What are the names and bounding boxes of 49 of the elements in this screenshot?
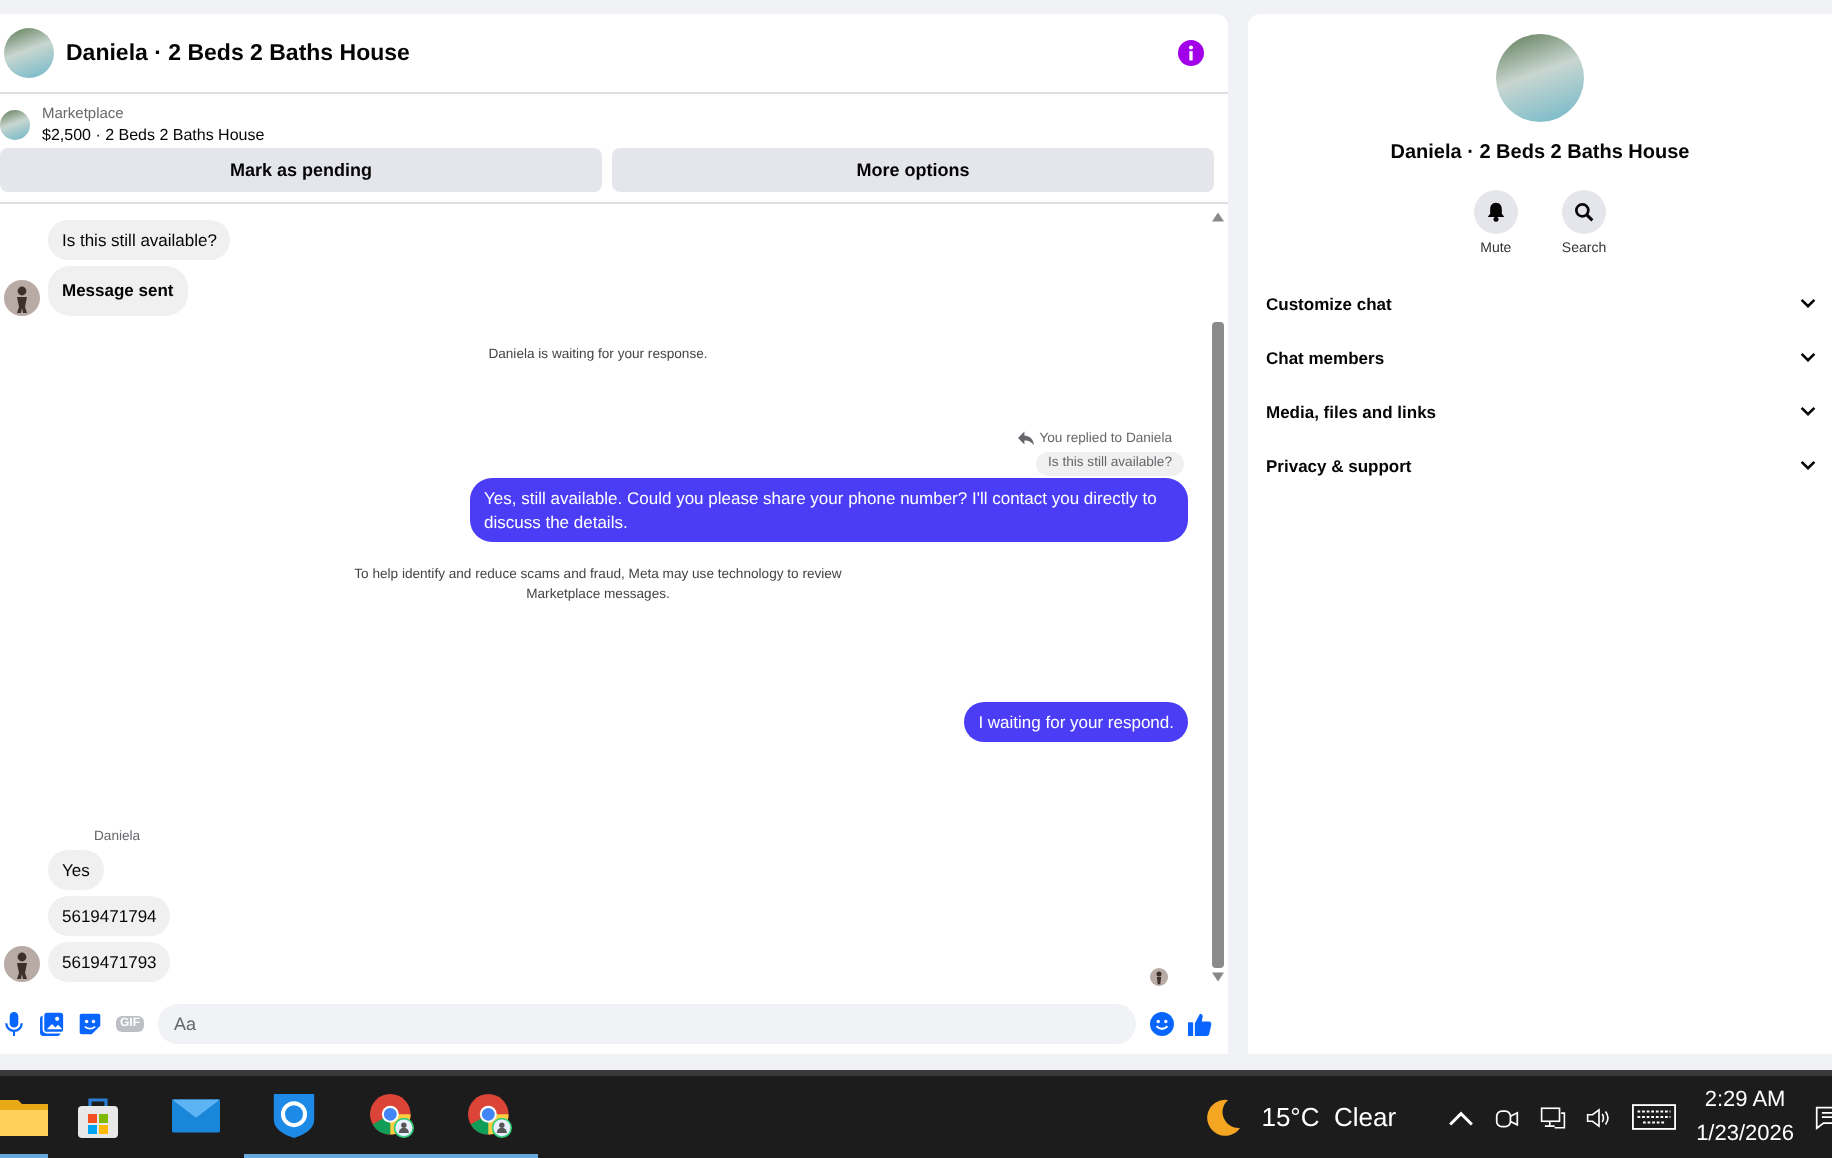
scroll-down-icon[interactable] <box>1212 972 1224 982</box>
chat-title: Daniela · 2 Beds 2 Baths House <box>66 41 412 65</box>
message-bubble: I waiting for your respond. <box>964 702 1188 742</box>
weather-text[interactable]: 15°C Clear <box>1261 1102 1397 1132</box>
mute-button[interactable] <box>1473 190 1518 234</box>
message-bubble: Is this still available? <box>48 220 231 260</box>
photo-placeholder <box>4 28 54 78</box>
clock[interactable]: 2:29 AM 1/23/2026 <box>1696 1083 1794 1151</box>
store-icon <box>73 1093 121 1137</box>
mail-icon <box>171 1093 219 1137</box>
volume-icon[interactable] <box>1586 1105 1613 1129</box>
bell-icon <box>1485 202 1506 222</box>
photo-placeholder <box>0 109 30 139</box>
section-header[interactable]: Media, files and links <box>1266 384 1816 438</box>
shield-icon <box>269 1093 317 1137</box>
browser-icon <box>465 1093 513 1137</box>
section-header[interactable]: Chat members <box>1266 330 1816 384</box>
action-button[interactable]: More options <box>612 148 1214 192</box>
message-input[interactable]: Aa <box>158 1004 1136 1044</box>
sticker-icon[interactable] <box>78 1012 102 1036</box>
search-icon <box>1574 202 1594 222</box>
action-button[interactable]: Mark as pending <box>0 148 602 192</box>
scroll-up-icon[interactable] <box>1212 212 1224 222</box>
browser-icon <box>367 1093 415 1137</box>
message-bubble: Yes <box>48 850 104 890</box>
keyboard-icon[interactable] <box>1632 1104 1677 1130</box>
thumbs-up-icon[interactable] <box>1188 1012 1212 1036</box>
section-header[interactable]: Customize chat <box>1266 276 1816 330</box>
moon-icon <box>1201 1097 1242 1137</box>
date-text: 1/23/2026 <box>1696 1119 1794 1149</box>
time-text: 2:29 AM <box>1704 1085 1786 1115</box>
reply-icon <box>1017 430 1034 446</box>
message-bubble: Yes, still available. Could you please share your phone number? I'll contact you directly to discuss the details. <box>470 478 1188 542</box>
scrollbar-thumb[interactable] <box>1212 322 1224 968</box>
listing-summary: $2,500 · 2 Beds 2 Baths House <box>42 126 265 144</box>
read-receipt-icon <box>1150 968 1168 986</box>
message-bubble: 5619471794 <box>48 896 171 936</box>
conversation-title: Daniela · 2 Beds 2 Baths House <box>1390 142 1690 164</box>
emoji-icon[interactable] <box>1150 1012 1174 1036</box>
message-bubble: 5619471793 <box>48 942 171 982</box>
message-bubble: Message sent <box>48 266 188 316</box>
photo-placeholder <box>1496 34 1584 122</box>
camera-icon[interactable] <box>1494 1105 1521 1129</box>
info-icon[interactable] <box>1178 40 1204 66</box>
search-button[interactable] <box>1562 190 1606 234</box>
image-icon[interactable] <box>40 1012 64 1036</box>
network-icon[interactable] <box>1540 1105 1567 1129</box>
microphone-icon[interactable] <box>2 1012 26 1036</box>
section-header[interactable]: Privacy & support <box>1266 438 1816 492</box>
